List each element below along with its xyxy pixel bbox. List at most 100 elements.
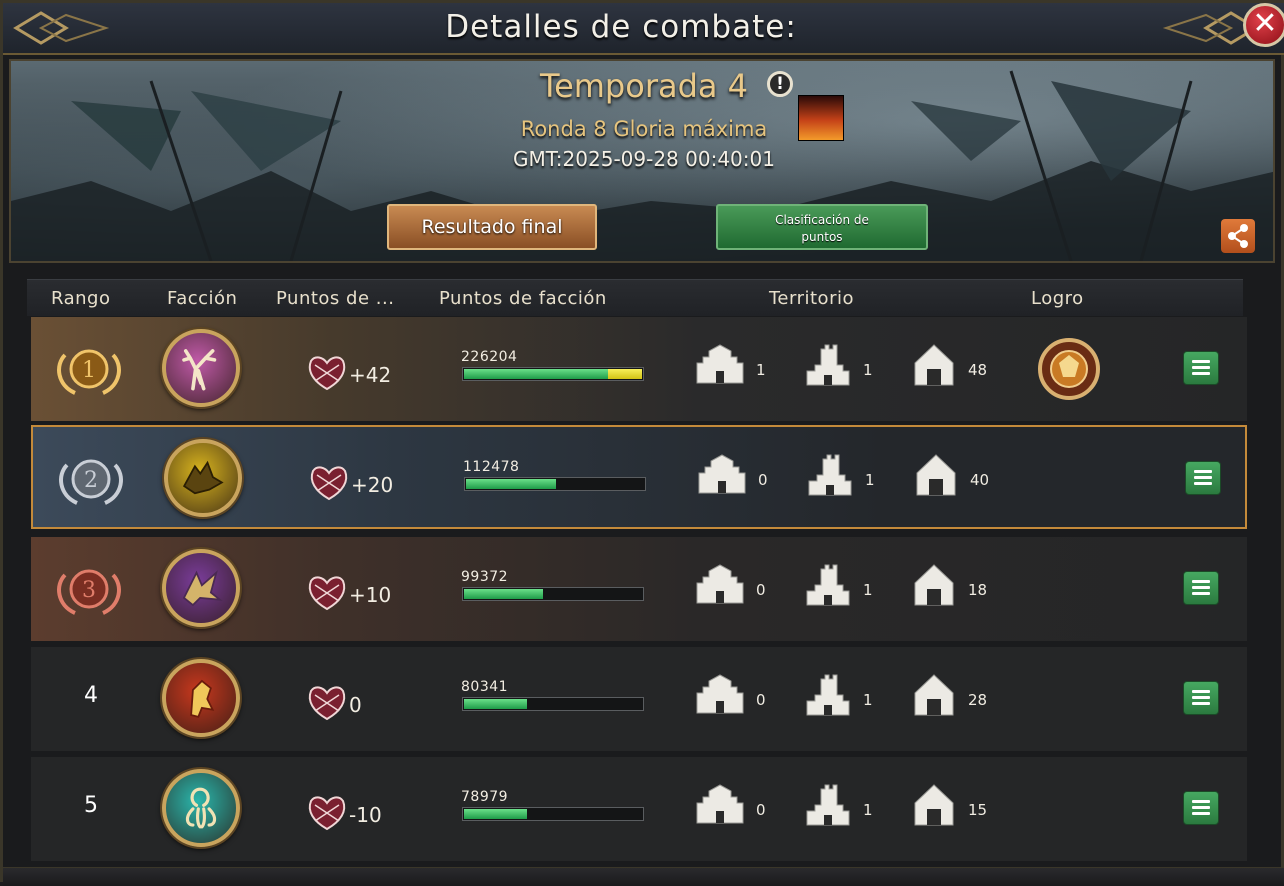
table-row: 4 0 80341 0 1 28 xyxy=(31,647,1247,751)
details-list-button[interactable] xyxy=(1183,571,1219,605)
rank-medal-icon: 1 xyxy=(57,349,121,395)
glory-badge-icon xyxy=(798,95,844,141)
territory-outpost-count: 28 xyxy=(968,691,988,709)
details-list-button[interactable] xyxy=(1183,681,1219,715)
faction-points-icon xyxy=(308,796,346,831)
info-icon[interactable]: ! xyxy=(767,71,793,97)
city-icon xyxy=(696,344,744,384)
rank-medal-icon: 3 xyxy=(57,569,121,615)
fortress-icon xyxy=(806,784,850,826)
territory-fortress-count: 1 xyxy=(863,361,873,379)
points-ranking-label-line1: Clasificación de xyxy=(775,213,869,227)
rank-number: 4 xyxy=(84,683,98,708)
territory-city-count: 0 xyxy=(758,471,768,489)
faction-points-bar xyxy=(462,697,644,711)
window-title: Detalles de combate: xyxy=(445,9,797,45)
round-label: Ronda 8 Gloria máxima xyxy=(520,117,768,141)
close-button[interactable]: ✕ xyxy=(1243,3,1284,47)
territory-city-count: 1 xyxy=(756,361,766,379)
dragon-crest-icon xyxy=(162,549,240,627)
achievement-badge-icon[interactable] xyxy=(1037,337,1101,401)
outpost-icon xyxy=(914,784,954,826)
share-button[interactable] xyxy=(1221,219,1255,253)
table-row: 1 +42 226204 1 1 48 xyxy=(31,317,1247,421)
territory-city-count: 0 xyxy=(756,581,766,599)
territory-outpost-count: 18 xyxy=(968,581,988,599)
header-faction: Facción xyxy=(167,288,238,309)
points-ranking-label-line2: puntos xyxy=(801,230,843,244)
city-icon xyxy=(698,454,746,494)
outpost-icon xyxy=(914,674,954,716)
faction-points-value: 226204 xyxy=(461,349,518,365)
table-row: 2 +20 112478 0 1 40 xyxy=(31,425,1247,529)
bar-fill-green xyxy=(464,589,543,599)
season-title: Temporada 4 xyxy=(539,67,749,105)
points-value: +10 xyxy=(349,583,392,607)
bar-fill-yellow xyxy=(608,369,642,379)
fortress-icon xyxy=(808,454,852,496)
faction-points-value: 80341 xyxy=(461,679,509,695)
outpost-icon xyxy=(914,344,954,386)
city-icon xyxy=(696,564,744,604)
faction-points-value: 112478 xyxy=(463,459,520,475)
header-achievement: Logro xyxy=(1031,288,1084,309)
territory-outpost-count: 15 xyxy=(968,801,988,819)
points-value: +20 xyxy=(351,473,394,497)
table-row: 5 -10 78979 0 1 15 xyxy=(31,757,1247,861)
stag-crest-icon xyxy=(162,329,240,407)
details-list-button[interactable] xyxy=(1183,351,1219,385)
rank-number: 3 xyxy=(82,578,96,603)
faction-points-value: 78979 xyxy=(461,789,509,805)
bar-fill-green xyxy=(464,809,527,819)
rank-number: 1 xyxy=(82,358,96,383)
bar-fill-green xyxy=(466,479,556,489)
rank-number: 2 xyxy=(84,468,98,493)
bar-fill-green xyxy=(464,369,608,379)
lion-crest-icon xyxy=(162,659,240,737)
details-list-button[interactable] xyxy=(1185,461,1221,495)
share-icon xyxy=(1228,224,1248,248)
points-value: 0 xyxy=(349,693,362,717)
bar-fill-green xyxy=(464,699,527,709)
city-icon xyxy=(696,784,744,824)
faction-points-icon xyxy=(310,466,348,501)
faction-points-icon xyxy=(308,576,346,611)
header-rank: Rango xyxy=(51,288,111,309)
header-territory: Territorio xyxy=(769,288,854,309)
territory-outpost-count: 48 xyxy=(968,361,988,379)
details-list-button[interactable] xyxy=(1183,791,1219,825)
header-faction-points: Puntos de facción xyxy=(439,288,607,309)
points-ranking-button[interactable]: Clasificación de puntos xyxy=(716,204,928,250)
faction-points-value: 99372 xyxy=(461,569,509,585)
title-bar: Detalles de combate: ✕ xyxy=(3,3,1284,55)
faction-points-icon xyxy=(308,686,346,721)
bottom-border xyxy=(3,867,1284,886)
faction-points-bar xyxy=(462,587,644,601)
territory-fortress-count: 1 xyxy=(865,471,875,489)
outpost-icon xyxy=(914,564,954,606)
final-result-button[interactable]: Resultado final xyxy=(387,204,597,250)
territory-outpost-count: 40 xyxy=(970,471,990,489)
gmt-timestamp: GMT:2025-09-28 00:40:01 xyxy=(513,147,775,171)
direwolf-crest-icon xyxy=(164,439,242,517)
points-value: -10 xyxy=(349,803,382,827)
rank-medal-icon: 2 xyxy=(59,459,123,505)
points-value: +42 xyxy=(349,363,392,387)
combat-details-window: Detalles de combate: ✕ Temporada 4 ! Ron… xyxy=(0,0,1284,886)
fortress-icon xyxy=(806,344,850,386)
fortress-icon xyxy=(806,674,850,716)
season-banner: Temporada 4 ! Ronda 8 Gloria máxima GMT:… xyxy=(9,59,1275,263)
rank-number: 5 xyxy=(84,793,98,818)
table-row: 3 +10 99372 0 1 18 xyxy=(31,537,1247,641)
fortress-icon xyxy=(806,564,850,606)
outpost-icon xyxy=(916,454,956,496)
territory-city-count: 0 xyxy=(756,801,766,819)
territory-fortress-count: 1 xyxy=(863,691,873,709)
table-header: Rango Facción Puntos de ... Puntos de fa… xyxy=(27,279,1243,316)
header-points: Puntos de ... xyxy=(276,288,395,309)
faction-points-bar xyxy=(462,367,644,381)
city-icon xyxy=(696,674,744,714)
faction-points-icon xyxy=(308,356,346,391)
territory-fortress-count: 1 xyxy=(863,801,873,819)
territory-fortress-count: 1 xyxy=(863,581,873,599)
